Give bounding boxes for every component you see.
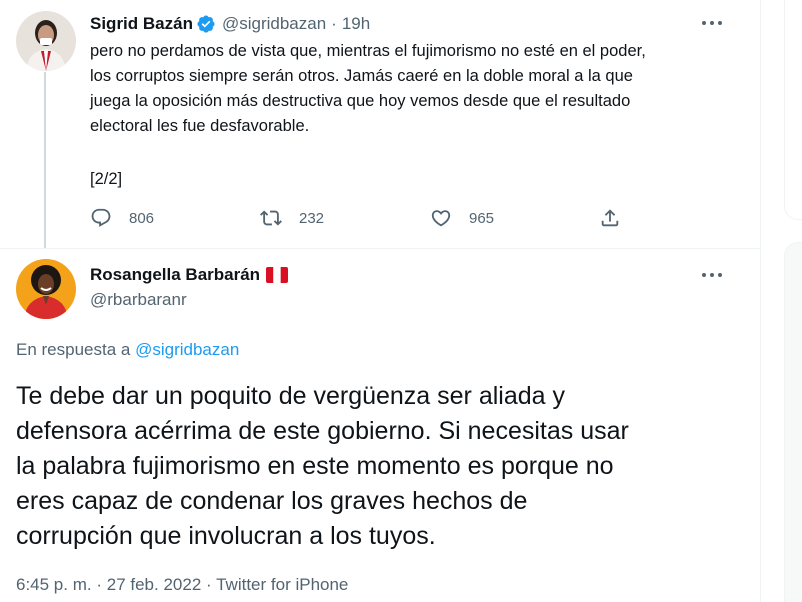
tweet2-handle[interactable]: @rbarbaranr <box>90 290 187 310</box>
more-icon[interactable] <box>702 21 722 27</box>
like-icon <box>431 210 451 227</box>
tweet2-author-name[interactable]: Rosangella Barbarán <box>90 265 260 285</box>
verified-badge-icon <box>196 14 216 34</box>
tweet2-metadata: 6:45 p. m. · 27 feb. 2022 · Twitter for … <box>16 575 348 595</box>
tweet1-page-marker: [2/2] <box>90 170 123 188</box>
reply-target-link[interactable]: @sigridbazan <box>135 340 239 359</box>
sigrid-avatar[interactable] <box>16 11 76 71</box>
reply-prefix: En respuesta a <box>16 340 136 359</box>
tweet2-source[interactable]: Twitter for iPhone <box>216 575 348 594</box>
tweet1-header: Sigrid Bazán @sigridbazan · 19h <box>90 13 370 35</box>
meta-separator: · <box>206 575 212 594</box>
retweet-count: 232 <box>299 209 325 227</box>
tweet2-date[interactable]: 27 feb. 2022 <box>107 575 202 594</box>
tweet2-author: Rosangella Barbarán <box>90 265 289 285</box>
tweet2-line: corrupción que involucran a los tuyos. <box>16 522 436 550</box>
share-button[interactable] <box>599 203 621 233</box>
reply-button[interactable]: 806 <box>90 203 154 233</box>
rosangella-avatar[interactable] <box>16 259 76 319</box>
share-icon <box>601 209 619 227</box>
tweet2-line: eres capaz de condenar los graves hechos… <box>16 487 528 515</box>
sidebar-panel <box>784 0 802 220</box>
tweet2-time[interactable]: 6:45 p. m. <box>16 575 92 594</box>
more-icon[interactable] <box>702 273 722 279</box>
tweet2-line: defensora acérrima de este gobierno. Si … <box>16 417 629 445</box>
tweet1-timestamp[interactable]: 19h <box>342 14 370 34</box>
sidebar-panel <box>784 242 802 602</box>
tweet1-line: electoral les fue desfavorable. <box>90 117 310 135</box>
thread-connector <box>44 72 46 248</box>
tweet2-line: Te debe dar un poquito de vergüenza ser … <box>16 382 565 410</box>
reply-count: 806 <box>129 209 155 227</box>
reply-context: En respuesta a @sigridbazan <box>16 340 239 360</box>
tweet1-line: los corruptos siempre serán otros. Jamás… <box>90 67 633 85</box>
tweet1-actions: 806 232 965 <box>90 203 630 233</box>
reply-icon <box>91 208 111 227</box>
tweet2-line: la palabra fujimorismo en este momento e… <box>16 452 614 480</box>
timeline: Sigrid Bazán @sigridbazan · 19h pero no … <box>0 0 760 602</box>
retweet-icon <box>260 210 282 226</box>
retweet-button[interactable]: 232 <box>260 203 324 233</box>
tweet1-text: pero no perdamos de vista que, mientras … <box>90 39 730 139</box>
like-button[interactable]: 965 <box>430 203 494 233</box>
like-count: 965 <box>469 209 495 227</box>
tweet1-line: pero no perdamos de vista que, mientras … <box>90 42 646 60</box>
column-border <box>760 0 761 602</box>
tweet1-separator: · <box>331 14 337 33</box>
tweet2-text: Te debe dar un poquito de vergüenza ser … <box>16 379 736 554</box>
peru-flag-icon <box>266 267 289 283</box>
tweet1-handle[interactable]: @sigridbazan <box>222 14 326 34</box>
tweet1-line: juega la oposición más destructiva que h… <box>90 92 631 110</box>
meta-separator: · <box>96 575 103 594</box>
tweet-divider <box>0 248 760 249</box>
tweet1-author-name[interactable]: Sigrid Bazán <box>90 14 193 34</box>
